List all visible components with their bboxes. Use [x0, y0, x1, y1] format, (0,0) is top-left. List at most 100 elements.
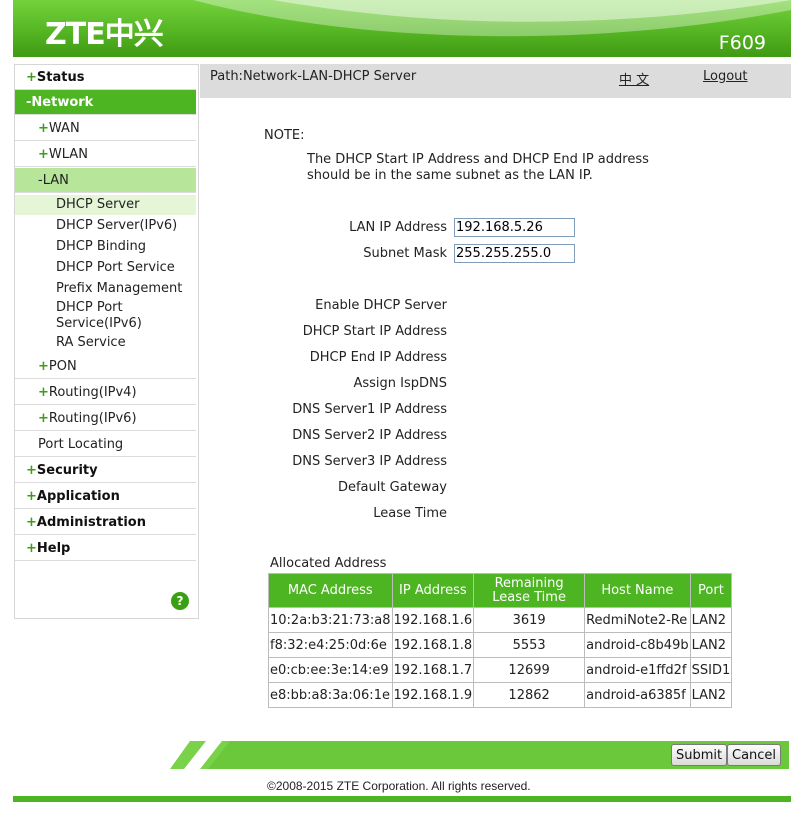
footer-bottom-line: [13, 796, 791, 802]
sidebar-item-security[interactable]: +Security: [15, 458, 196, 483]
column-header: Port: [689, 573, 733, 608]
sidebar-item-wan[interactable]: +WAN: [15, 116, 196, 141]
allocated-address-table: MAC Address IP Address Remaining Lease T…: [268, 573, 733, 708]
help-icon[interactable]: ?: [171, 592, 189, 610]
expand-plus-icon: +: [38, 385, 49, 400]
sidebar-item-dhcp-binding[interactable]: DHCP Binding: [15, 239, 196, 255]
column-header: Remaining Lease Time: [473, 573, 586, 608]
sidebar-item-wlan[interactable]: +WLAN: [15, 142, 196, 167]
lease-cell: 12862: [473, 682, 586, 708]
port-cell: LAN2: [689, 682, 733, 708]
host-cell: android-a6385f: [584, 682, 691, 708]
column-header: IP Address: [391, 573, 475, 608]
sidebar-item-label: Routing(IPv4): [48, 385, 137, 400]
sidebar-item-ra-service[interactable]: RA Service: [15, 335, 196, 351]
subnet-mask-input[interactable]: [454, 244, 575, 263]
expand-plus-icon: +: [38, 411, 49, 426]
mac-cell: 10:2a:b3:21:73:a8: [268, 607, 393, 633]
submit-button[interactable]: Submit: [671, 744, 728, 766]
zte-logo: ZTE中兴: [45, 17, 164, 52]
sidebar-item-status[interactable]: +Status: [15, 65, 196, 90]
column-header: Host Name: [584, 573, 691, 608]
logout-link[interactable]: Logout: [703, 69, 748, 84]
sidebar-item-label: DHCP Port: [56, 300, 123, 315]
sidebar-item-label: Security: [36, 463, 98, 478]
sidebar-item-label: Routing(IPv6): [48, 411, 137, 426]
assign-ispdns-label: Assign IspDNS: [353, 376, 447, 391]
sidebar-item-pon[interactable]: +PON: [15, 354, 196, 379]
sidebar-item-label: Administration: [36, 515, 146, 530]
sidebar-item-network[interactable]: -Network: [15, 90, 196, 115]
sidebar-item-label: WLAN: [48, 147, 88, 162]
lease-cell: 3619: [473, 607, 586, 633]
sidebar-item-routing-ipv4[interactable]: +Routing(IPv4): [15, 380, 196, 405]
sidebar-item-label: LAN: [42, 173, 69, 188]
breadcrumb: Path:Network-LAN-DHCP Server: [210, 69, 417, 84]
dns3-label: DNS Server3 IP Address: [292, 454, 447, 469]
port-cell: LAN2: [689, 632, 733, 658]
sidebar-item-prefix-management[interactable]: Prefix Management: [15, 281, 196, 297]
sidebar-item-label: Service(IPv6): [56, 316, 142, 331]
model-name: F609: [718, 32, 766, 54]
table-row: 10:2a:b3:21:73:a8 192.168.1.6 3619 Redmi…: [268, 607, 733, 633]
sidebar-item-label: Help: [36, 541, 71, 556]
sidebar-item-dhcp-port-service[interactable]: DHCP Port Service: [15, 260, 196, 276]
table-row: f8:32:e4:25:0d:6e 192.168.1.8 5553 andro…: [268, 632, 733, 658]
sidebar-item-lan[interactable]: -LAN: [15, 168, 196, 193]
port-cell: SSID1: [689, 657, 733, 683]
expand-plus-icon: +: [26, 515, 37, 530]
expand-plus-icon: +: [26, 463, 37, 478]
ip-cell: 192.168.1.8: [391, 632, 475, 658]
language-switch-link[interactable]: 中 文: [619, 69, 649, 88]
copyright-text: ©2008-2015 ZTE Corporation. All rights r…: [267, 779, 531, 793]
expand-plus-icon: +: [26, 541, 37, 556]
sidebar-item-dhcp-server-ipv6[interactable]: DHCP Server(IPv6): [15, 218, 196, 234]
expand-plus-icon: +: [38, 359, 49, 374]
ip-cell: 192.168.1.7: [391, 657, 475, 683]
sidebar-item-label: Application: [36, 489, 120, 504]
path-bar: Path:Network-LAN-DHCP Server 中 文 Logout: [200, 64, 791, 98]
dhcp-start-label: DHCP Start IP Address: [302, 324, 447, 339]
table-row: e8:bb:a8:3a:06:1e 192.168.1.9 12862 andr…: [268, 682, 733, 708]
lan-ip-label: LAN IP Address: [349, 220, 447, 235]
expand-plus-icon: +: [26, 70, 37, 85]
sidebar-item-dhcp-server[interactable]: DHCP Server: [15, 195, 196, 215]
lease-cell: 5553: [473, 632, 586, 658]
enable-dhcp-label: Enable DHCP Server: [315, 298, 447, 313]
sidebar-item-label: Status: [36, 70, 85, 85]
sidebar-item-administration[interactable]: +Administration: [15, 510, 196, 535]
lan-ip-input[interactable]: [454, 218, 575, 237]
sidebar-item-application[interactable]: +Application: [15, 484, 196, 509]
allocated-address-title: Allocated Address: [270, 556, 387, 571]
default-gateway-label: Default Gateway: [337, 480, 447, 495]
host-cell: android-c8b49b: [584, 632, 691, 658]
sidebar-nav: +Status -Network +WAN +WLAN -LAN DHCP Se…: [14, 64, 199, 619]
sidebar-item-help[interactable]: +Help: [15, 536, 196, 561]
sidebar-item-dhcp-port-service-ipv6[interactable]: DHCP Port Service(IPv6): [15, 300, 196, 332]
mac-cell: e8:bb:a8:3a:06:1e: [268, 682, 393, 708]
cancel-button[interactable]: Cancel: [727, 744, 782, 766]
note-text: The DHCP Start IP Address and DHCP End I…: [307, 152, 649, 183]
dns2-label: DNS Server2 IP Address: [292, 428, 447, 443]
ip-cell: 192.168.1.9: [391, 682, 475, 708]
ip-cell: 192.168.1.6: [391, 607, 475, 633]
lease-time-label: Lease Time: [373, 506, 447, 521]
expand-plus-icon: +: [38, 147, 49, 162]
mac-cell: f8:32:e4:25:0d:6e: [268, 632, 393, 658]
sidebar-item-port-locating[interactable]: Port Locating: [15, 432, 196, 457]
host-cell: android-e1ffd2f: [584, 657, 691, 683]
table-header-row: MAC Address IP Address Remaining Lease T…: [268, 573, 733, 608]
expand-plus-icon: +: [38, 121, 49, 136]
header-banner: ZTE中兴 F609: [13, 0, 791, 57]
sidebar-item-label: WAN: [48, 121, 80, 136]
column-header: MAC Address: [268, 573, 393, 608]
sidebar-item-routing-ipv6[interactable]: +Routing(IPv6): [15, 406, 196, 431]
note-title: NOTE:: [264, 128, 305, 143]
mac-cell: e0:cb:ee:3e:14:e9: [268, 657, 393, 683]
subnet-mask-label: Subnet Mask: [363, 246, 447, 261]
dhcp-end-label: DHCP End IP Address: [309, 350, 447, 365]
sidebar-item-label: PON: [48, 359, 77, 374]
table-row: e0:cb:ee:3e:14:e9 192.168.1.7 12699 andr…: [268, 657, 733, 683]
expand-plus-icon: +: [26, 489, 37, 504]
sidebar-item-label: Network: [31, 95, 94, 110]
